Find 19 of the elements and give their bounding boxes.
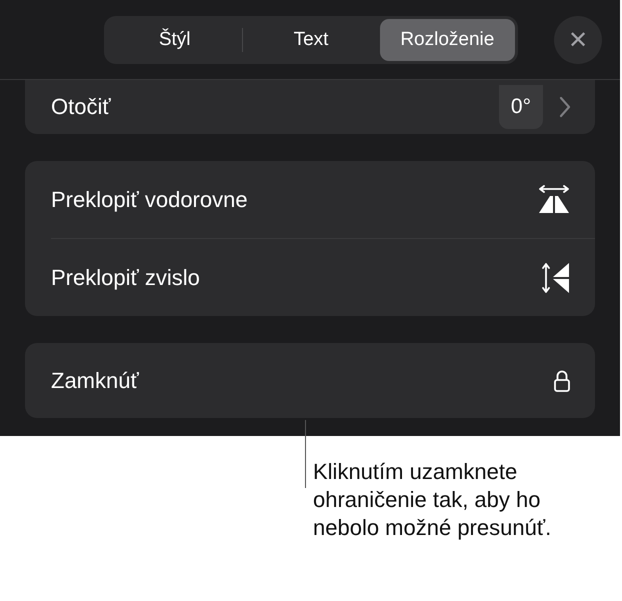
rotate-label: Otočiť — [51, 94, 112, 120]
tab[interactable]: Text — [243, 18, 379, 60]
flip-horizontal-icon — [537, 184, 571, 214]
flip-row[interactable]: Preklopiť vodorovne — [25, 161, 595, 238]
lock-label: Zamknúť — [51, 368, 139, 394]
rotate-row[interactable]: Otočiť 0° — [25, 80, 595, 134]
callout-text: Kliknutím uzamknete ohraničenie tak, aby ho nebolo možné presunúť. — [313, 458, 552, 542]
close-button[interactable]: ✕ — [554, 16, 602, 64]
tab[interactable]: Rozloženie — [380, 18, 515, 60]
flip-label: Preklopiť zvislo — [51, 264, 200, 290]
tab[interactable]: Štýl — [107, 18, 242, 60]
flip-vertical-icon — [541, 260, 571, 294]
flip-row[interactable]: Preklopiť zvislo — [25, 239, 595, 316]
lock-icon — [553, 368, 571, 392]
leader-line — [305, 420, 306, 488]
flip-label: Preklopiť vodorovne — [51, 186, 248, 212]
lock-row[interactable]: Zamknúť — [25, 343, 595, 418]
chevron-icon — [559, 96, 571, 118]
angle-field[interactable]: 0° — [498, 85, 543, 129]
